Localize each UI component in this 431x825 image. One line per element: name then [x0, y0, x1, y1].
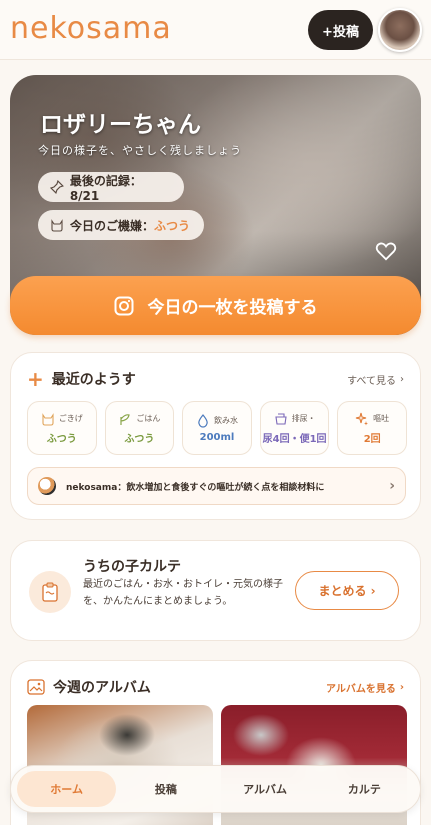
- stat-label: ごはん: [136, 414, 161, 423]
- album-title: 今週のアルバム: [27, 677, 151, 697]
- camera-icon: [114, 296, 133, 315]
- karte-title: うちの子カルテ: [83, 559, 181, 575]
- cat-face-icon: [42, 412, 54, 426]
- app-header: nekosama +投稿: [0, 0, 431, 60]
- nav-karte[interactable]: カルテ: [315, 771, 414, 807]
- recent-card: + 最近のようす すべて見る › ごきげ ふつう ごはん ふつう 飲み水 200…: [10, 352, 421, 520]
- stat-value: 2回: [363, 433, 381, 445]
- assistant-note[interactable]: nekosama：飲水増加と食後すぐの嘔吐が続く点を相談材料に ›: [27, 467, 406, 505]
- litter-box-icon: [274, 412, 287, 425]
- see-all-link[interactable]: すべて見る ›: [347, 372, 404, 387]
- stat-value: ふつう: [46, 433, 77, 445]
- cta-label: 今日の一枚を投稿する: [147, 298, 318, 318]
- stat-label: ごきげ: [58, 414, 83, 423]
- stat-value: 200ml: [199, 431, 235, 443]
- recent-title: + 最近のようす: [27, 369, 136, 389]
- stat-value: ふつう: [124, 433, 155, 445]
- note-text: nekosama：飲水増加と食後すぐの嘔吐が続く点を相談材料に: [66, 482, 325, 493]
- nav-album[interactable]: アルバム: [216, 771, 315, 807]
- stat-value: 尿4回・便1回: [262, 433, 327, 445]
- stat-water[interactable]: 飲み水 200ml: [182, 401, 252, 455]
- mood-value: ふつう: [154, 218, 191, 233]
- stat-label: 嘔吐: [373, 414, 390, 423]
- app-logo[interactable]: nekosama: [10, 11, 172, 46]
- leaf-icon: [120, 413, 131, 425]
- clipboard-icon: [29, 571, 71, 613]
- nav-home[interactable]: ホーム: [17, 771, 117, 807]
- nav-post[interactable]: 投稿: [116, 771, 215, 807]
- album-link-text: アルバムを見る: [325, 683, 396, 695]
- photo-album-icon: [27, 679, 45, 695]
- stat-mood[interactable]: ごきげ ふつう: [27, 401, 97, 455]
- stats-row: ごきげ ふつう ごはん ふつう 飲み水 200ml 排尿・ 尿4回・便1回 嘔吐…: [27, 401, 407, 455]
- see-all-text: すべて見る: [347, 375, 396, 387]
- chevron-right-icon: ›: [399, 681, 404, 693]
- bottom-nav: ホーム 投稿 アルバム カルテ: [10, 765, 421, 813]
- karte-description: 最近のごはん・お水・おトイレ・元気の様子を、かんたんにまとめましょう。: [83, 579, 283, 607]
- heart-icon[interactable]: [375, 240, 397, 262]
- cat-face-icon: [51, 219, 63, 232]
- album-header: 今週のアルバム アルバムを見る ›: [27, 676, 404, 698]
- post-button[interactable]: +投稿: [308, 10, 373, 50]
- mood-badge: 今日のご機嫌： ふつう: [38, 210, 204, 240]
- pet-name: ロザリーちゃん: [40, 112, 201, 138]
- avatar[interactable]: [378, 8, 422, 52]
- post-today-photo-button[interactable]: 今日の一枚を投稿する: [10, 276, 421, 335]
- stat-label: 飲み水: [213, 416, 238, 425]
- chevron-right-icon: ›: [400, 373, 404, 385]
- recent-title-text: 最近のようす: [51, 372, 136, 388]
- plus-icon: +: [27, 367, 44, 391]
- stat-vomit[interactable]: 嘔吐 2回: [337, 401, 407, 455]
- hero-subtitle: 今日の様子を、やさしく残しましょう: [38, 144, 242, 157]
- last-record-badge: 最後の記録：8/21: [38, 172, 184, 203]
- summarize-button[interactable]: まとめる ›: [295, 571, 399, 610]
- album-title-text: 今週のアルバム: [53, 680, 151, 696]
- mood-label: 今日のご機嫌：: [70, 218, 155, 233]
- stat-label: 排尿・: [291, 414, 316, 423]
- sparkle-icon: [356, 412, 369, 425]
- recent-header: + 最近のようす すべて見る ›: [27, 368, 404, 390]
- chevron-right-icon: ›: [389, 478, 395, 494]
- album-link[interactable]: アルバムを見る ›: [326, 680, 404, 695]
- last-record-text: 最後の記録：8/21: [69, 173, 142, 203]
- pin-icon: [50, 180, 64, 194]
- stat-toilet[interactable]: 排尿・ 尿4回・便1回: [259, 401, 330, 455]
- water-drop-icon: [198, 413, 208, 428]
- cat-avatar-icon: [38, 477, 56, 495]
- stat-food[interactable]: ごはん ふつう: [104, 401, 175, 455]
- karte-card: うちの子カルテ 最近のごはん・お水・おトイレ・元気の様子を、かんたんにまとめまし…: [10, 540, 421, 641]
